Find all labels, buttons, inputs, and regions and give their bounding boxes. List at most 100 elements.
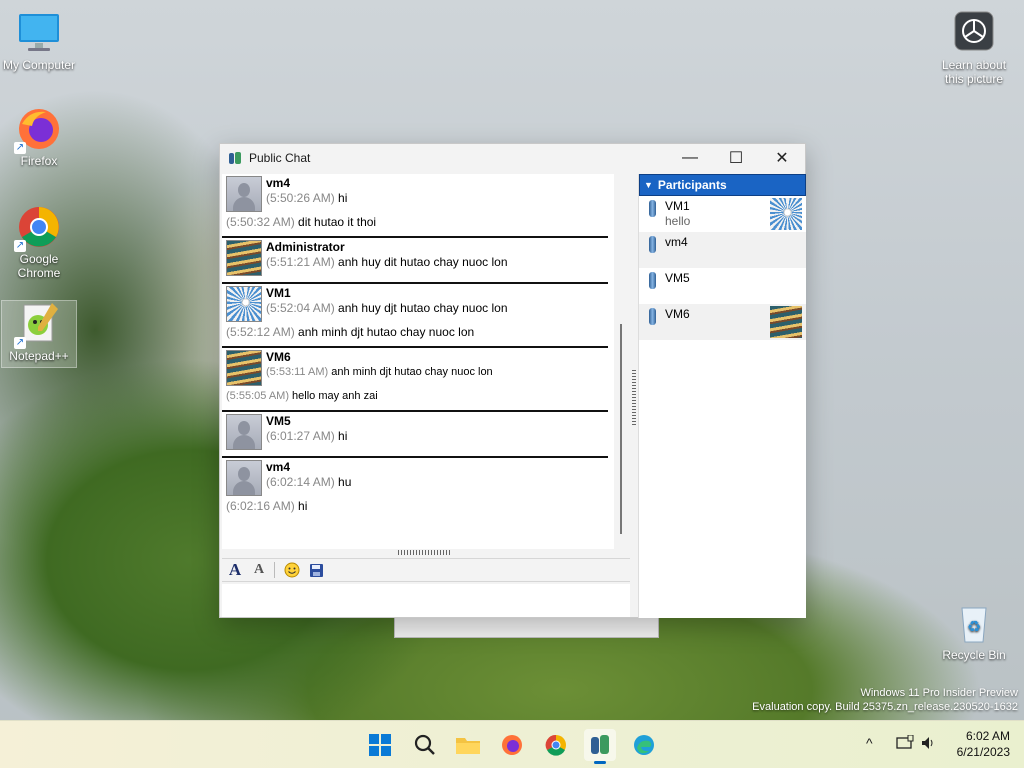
participant-avatar [770, 306, 802, 338]
windows-watermark: Windows 11 Pro Insider Preview Evaluatio… [752, 686, 1018, 714]
message-text: anh huy djt hutao chay nuoc lon [338, 301, 508, 315]
desktop-icon-label: Learn about this picture [941, 58, 1007, 86]
search-icon [414, 734, 435, 755]
user-status-icon [649, 236, 656, 253]
message-nick: VM6 [266, 350, 291, 364]
format-toolbar: A A [222, 558, 630, 582]
desktop-icon-label: Recycle Bin [942, 648, 1006, 662]
emoticon-button[interactable] [281, 559, 303, 581]
svg-text:♻: ♻ [967, 617, 981, 636]
user-status-icon [649, 308, 656, 325]
desktop-icon-chrome[interactable]: ↗ Google Chrome [1, 204, 77, 280]
public-chat-window: Public Chat — ☐ ✕ vm4 (5:50:26 AM) hi (5… [219, 143, 806, 618]
participants-header[interactable]: ▼ Participants [639, 174, 806, 196]
message-time: (5:50:32 AM) [226, 215, 295, 229]
message-time: (5:53:11 AM) [266, 366, 329, 378]
collapse-arrow-icon: ▼ [644, 180, 653, 190]
firefox-icon [502, 735, 522, 755]
font-button[interactable]: A [224, 559, 246, 581]
maximize-button[interactable]: ☐ [713, 144, 759, 172]
message-time: (5:52:04 AM) [266, 301, 335, 315]
chat-message: VM5 (6:01:27 AM) hi [222, 410, 608, 456]
clock-time: 6:02 AM [965, 729, 1010, 743]
vertical-splitter-handle[interactable] [632, 369, 636, 425]
message-time: (5:52:12 AM) [226, 325, 295, 339]
message-text: hu [338, 475, 352, 489]
font-color-button[interactable]: A [248, 559, 270, 581]
message-text: hi [338, 191, 348, 205]
file-explorer-button[interactable] [452, 729, 484, 761]
shortcut-arrow-icon: ↗ [14, 240, 26, 252]
edge-icon [634, 735, 654, 755]
user-avatar [226, 286, 262, 322]
desktop-icon-firefox[interactable]: ↗ Firefox [1, 106, 77, 168]
minimize-button[interactable]: — [667, 144, 713, 172]
message-time: (5:50:26 AM) [266, 191, 335, 205]
notepad-plus-plus-icon: ↗ [14, 301, 62, 349]
shortcut-arrow-icon: ↗ [14, 337, 26, 349]
horizontal-splitter-handle[interactable] [398, 550, 452, 555]
desktop-icon-label: Notepad++ [9, 349, 69, 363]
message-text: anh minh djt hutao chay nuoc lon [331, 366, 493, 378]
monitor-icon [16, 10, 62, 56]
desktop-icon-recycle-bin[interactable]: ♻ Recycle Bin [936, 600, 1012, 662]
user-avatar [226, 460, 262, 496]
message-time: (6:01:27 AM) [266, 429, 335, 443]
participants-panel: ▼ Participants VM1 hello vm4 VM5 VM6 [638, 174, 806, 618]
firefox-taskbar-button[interactable] [496, 729, 528, 761]
user-avatar [226, 240, 262, 276]
participant-avatar [770, 198, 802, 230]
message-text: hello may anh zai [292, 390, 378, 402]
message-time: (5:51:21 AM) [266, 255, 335, 269]
chat-message: Administrator (5:51:21 AM) anh huy dit h… [222, 236, 608, 282]
participant-name: vm4 [665, 235, 688, 249]
shortcut-arrow-icon: ↗ [14, 142, 26, 154]
participant-item[interactable]: VM6 [639, 304, 806, 340]
floppy-disk-icon [309, 563, 323, 577]
chat-app-taskbar-button[interactable] [584, 729, 616, 764]
firefox-icon: ↗ [14, 106, 62, 154]
background-window [394, 616, 659, 638]
desktop-icon-label: Google Chrome [17, 252, 61, 280]
desktop-icon-my-computer[interactable]: My Computer [1, 10, 77, 72]
network-icon[interactable] [896, 734, 914, 754]
windows-start-icon [369, 734, 391, 756]
message-time: (5:55:05 AM) [226, 390, 289, 402]
recycle-bin-icon: ♻ [951, 600, 997, 646]
window-title: Public Chat [249, 151, 311, 165]
save-button[interactable] [305, 559, 327, 581]
watermark-line: Windows 11 Pro Insider Preview [860, 687, 1018, 699]
participant-item[interactable]: VM1 hello [639, 196, 806, 232]
user-status-icon [649, 200, 656, 217]
message-time: (6:02:16 AM) [226, 499, 295, 513]
message-text: hi [338, 429, 348, 443]
folder-icon [456, 738, 480, 754]
edge-taskbar-button[interactable] [628, 729, 660, 761]
chat-history[interactable]: vm4 (5:50:26 AM) hi (5:50:32 AM) dit hut… [222, 174, 614, 549]
volume-icon[interactable] [920, 735, 936, 754]
clock-date: 6/21/2023 [956, 745, 1010, 759]
camera-info-icon [951, 10, 997, 56]
watermark-line: Evaluation copy. Build 25375.zn_release.… [752, 701, 1018, 713]
chrome-icon: ↗ [14, 204, 62, 252]
chrome-taskbar-button[interactable] [540, 729, 572, 761]
participant-item[interactable]: vm4 [639, 232, 806, 268]
start-button[interactable] [364, 729, 396, 761]
show-hidden-icons-button[interactable]: ^ [866, 735, 873, 751]
message-nick: VM1 [266, 286, 291, 300]
message-nick: VM5 [266, 414, 291, 428]
title-bar[interactable]: Public Chat — ☐ ✕ [220, 144, 805, 172]
chat-message: VM6 (5:53:11 AM) anh minh djt hutao chay… [222, 346, 608, 410]
desktop-icon-learn-about-picture[interactable]: Learn about this picture [936, 10, 1012, 86]
message-nick: vm4 [266, 176, 291, 190]
chat-scrollbar[interactable] [620, 324, 622, 534]
system-clock[interactable]: 6:02 AM 6/21/2023 [957, 728, 1010, 760]
desktop-icon-notepad-plus-plus[interactable]: ↗ Notepad++ [1, 300, 77, 368]
participant-item[interactable]: VM5 [639, 268, 806, 304]
close-button[interactable]: ✕ [759, 144, 805, 172]
search-button[interactable] [409, 729, 441, 761]
message-input[interactable] [222, 584, 630, 617]
user-avatar [226, 350, 262, 386]
desktop-icon-label: My Computer [2, 58, 76, 72]
message-text: hi [298, 499, 308, 513]
